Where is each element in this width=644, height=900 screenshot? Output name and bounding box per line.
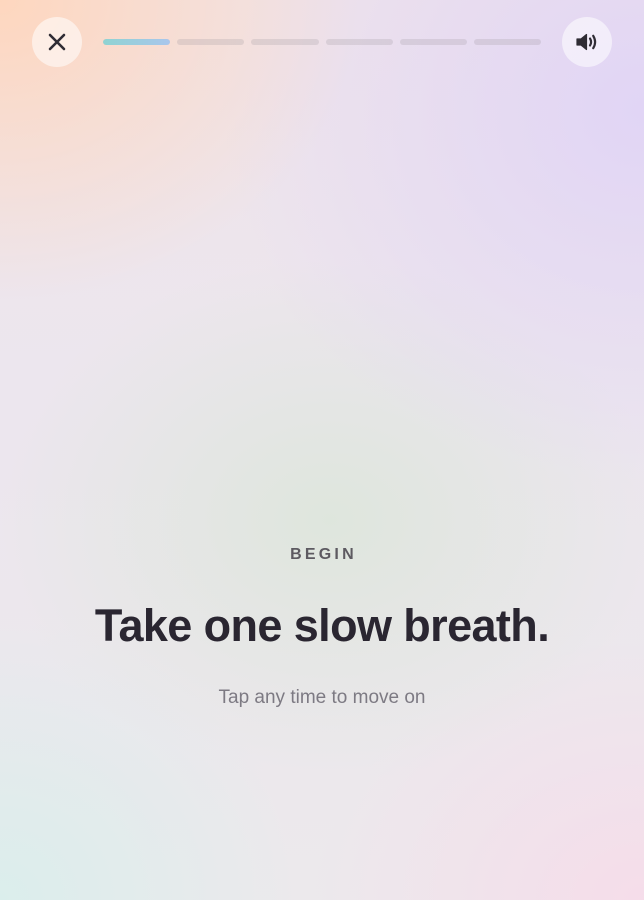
top-bar	[0, 0, 644, 84]
prompt-title: Take one slow breath.	[94, 600, 550, 651]
progress-segment	[473, 39, 542, 45]
close-icon	[48, 33, 66, 51]
progress-segment	[103, 39, 171, 45]
sound-toggle-button[interactable]	[562, 17, 612, 67]
progress-segment	[251, 39, 319, 45]
progress-segment	[325, 39, 393, 45]
close-button[interactable]	[32, 17, 82, 67]
tap-hint-text: Tap any time to move on	[218, 687, 426, 708]
step-eyebrow-label: BEGIN	[290, 546, 357, 563]
speaker-volume-icon	[576, 33, 597, 51]
story-progress-bar	[103, 39, 542, 45]
tap-to-advance-area[interactable]	[0, 90, 644, 900]
progress-segment	[177, 39, 245, 45]
progress-segment	[399, 39, 467, 45]
breathing-prompt: BEGIN Take one slow breath. Tap any time…	[0, 540, 644, 710]
